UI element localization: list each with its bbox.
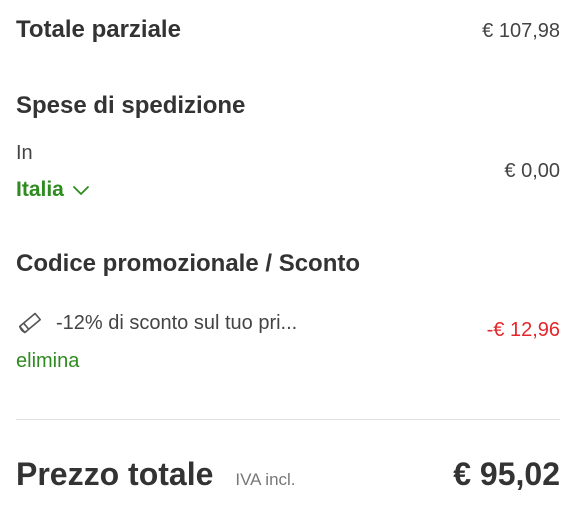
shipping-amount: € 0,00: [504, 160, 560, 182]
remove-promo-link[interactable]: elimina: [16, 350, 79, 373]
divider: [16, 419, 560, 420]
shipping-country-label: Italia: [16, 178, 64, 201]
shipping-country-selector[interactable]: Italia: [16, 178, 90, 202]
total-label-group: Prezzo totale IVA incl.: [16, 456, 296, 493]
shipping-destination-prefix: In: [16, 142, 33, 164]
promo-description-group: -12% di sconto sul tuo pri...: [16, 310, 297, 336]
order-summary: Totale parziale € 107,98 Spese di spediz…: [16, 0, 560, 516]
promo-description: -12% di sconto sul tuo pri...: [56, 311, 298, 334]
subtotal-label: Totale parziale: [16, 16, 181, 43]
subtotal-amount: € 107,98: [482, 20, 560, 42]
total-label: Prezzo totale: [16, 456, 214, 492]
shipping-title: Spese di spedizione: [16, 92, 246, 119]
total-row: Prezzo totale IVA incl. € 95,02: [16, 456, 560, 493]
vat-note: IVA incl.: [235, 470, 296, 489]
tag-icon: [16, 310, 44, 336]
chevron-down-icon: [72, 184, 90, 196]
promo-row: -12% di sconto sul tuo pri... -€ 12,96: [16, 310, 560, 342]
promo-discount-amount: -€ 12,96: [486, 319, 560, 341]
total-amount: € 95,02: [453, 456, 560, 492]
promo-title: Codice promozionale / Sconto: [16, 250, 361, 277]
subtotal-row: Totale parziale € 107,98: [16, 16, 560, 44]
